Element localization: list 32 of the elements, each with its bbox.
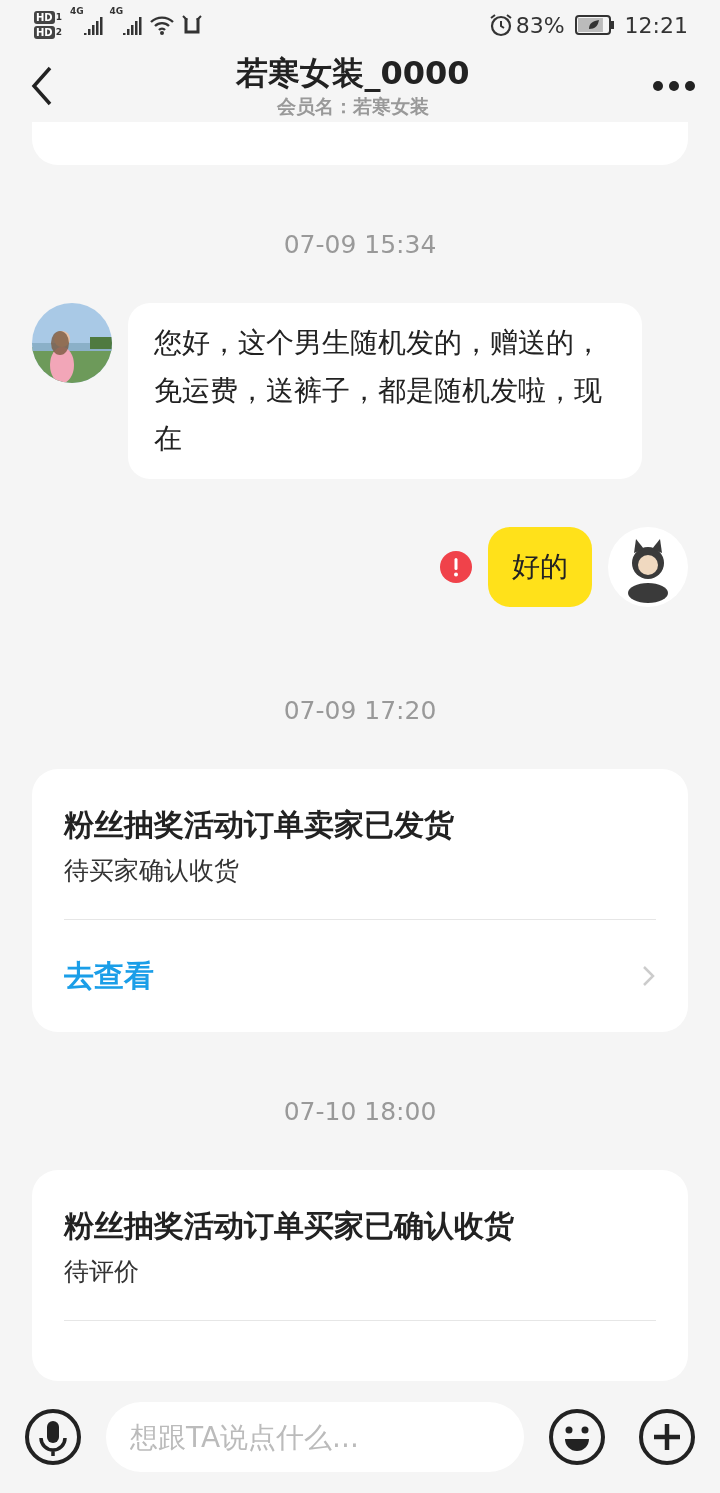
more-icon[interactable] xyxy=(652,80,696,92)
signal-icon xyxy=(83,15,104,35)
sim-slot: 1 xyxy=(55,11,62,24)
card-subtitle: 待评价 xyxy=(64,1256,140,1288)
timestamp: 07-10 18:00 xyxy=(282,1096,438,1128)
sim-slot: 2 xyxy=(55,26,62,39)
clock-time: 12:21 xyxy=(624,12,688,38)
message-bubble: 好的 xyxy=(488,527,592,607)
member-name: 会员名：若寒女装 xyxy=(277,94,429,119)
timestamp: 07-09 15:34 xyxy=(282,229,438,261)
view-link[interactable]: 去查看 xyxy=(64,955,154,997)
add-icon[interactable] xyxy=(638,1408,696,1466)
microphone-icon[interactable] xyxy=(24,1408,82,1466)
hd-badge: HD xyxy=(34,11,55,24)
network-label: 4G xyxy=(69,6,84,16)
message-bubble: 您好，这个男生随机发的，赠送的，免运费，送裤子，都是随机发啦，现在 xyxy=(128,303,642,479)
timestamp: 07-09 17:20 xyxy=(282,695,438,727)
emoji-icon[interactable] xyxy=(548,1408,606,1466)
card-title: 粉丝抽奖活动订单买家已确认收货 xyxy=(64,1207,515,1245)
battery-icon xyxy=(574,15,615,35)
wifi-icon xyxy=(149,14,176,36)
card-title: 粉丝抽奖活动订单卖家已发货 xyxy=(64,806,455,844)
network-label: 4G xyxy=(109,6,124,16)
alarm-icon xyxy=(488,13,513,37)
battery-percent: 83% xyxy=(515,12,565,38)
message-input[interactable]: 想跟TA说点什么... xyxy=(106,1402,524,1472)
hd-badge: HD xyxy=(34,26,55,39)
card-subtitle: 待买家确认收货 xyxy=(64,855,240,887)
chat-title: 若寒女装_0000 xyxy=(236,53,470,93)
signal-icon xyxy=(123,15,144,35)
error-icon[interactable] xyxy=(440,551,472,583)
back-icon[interactable] xyxy=(30,66,54,106)
